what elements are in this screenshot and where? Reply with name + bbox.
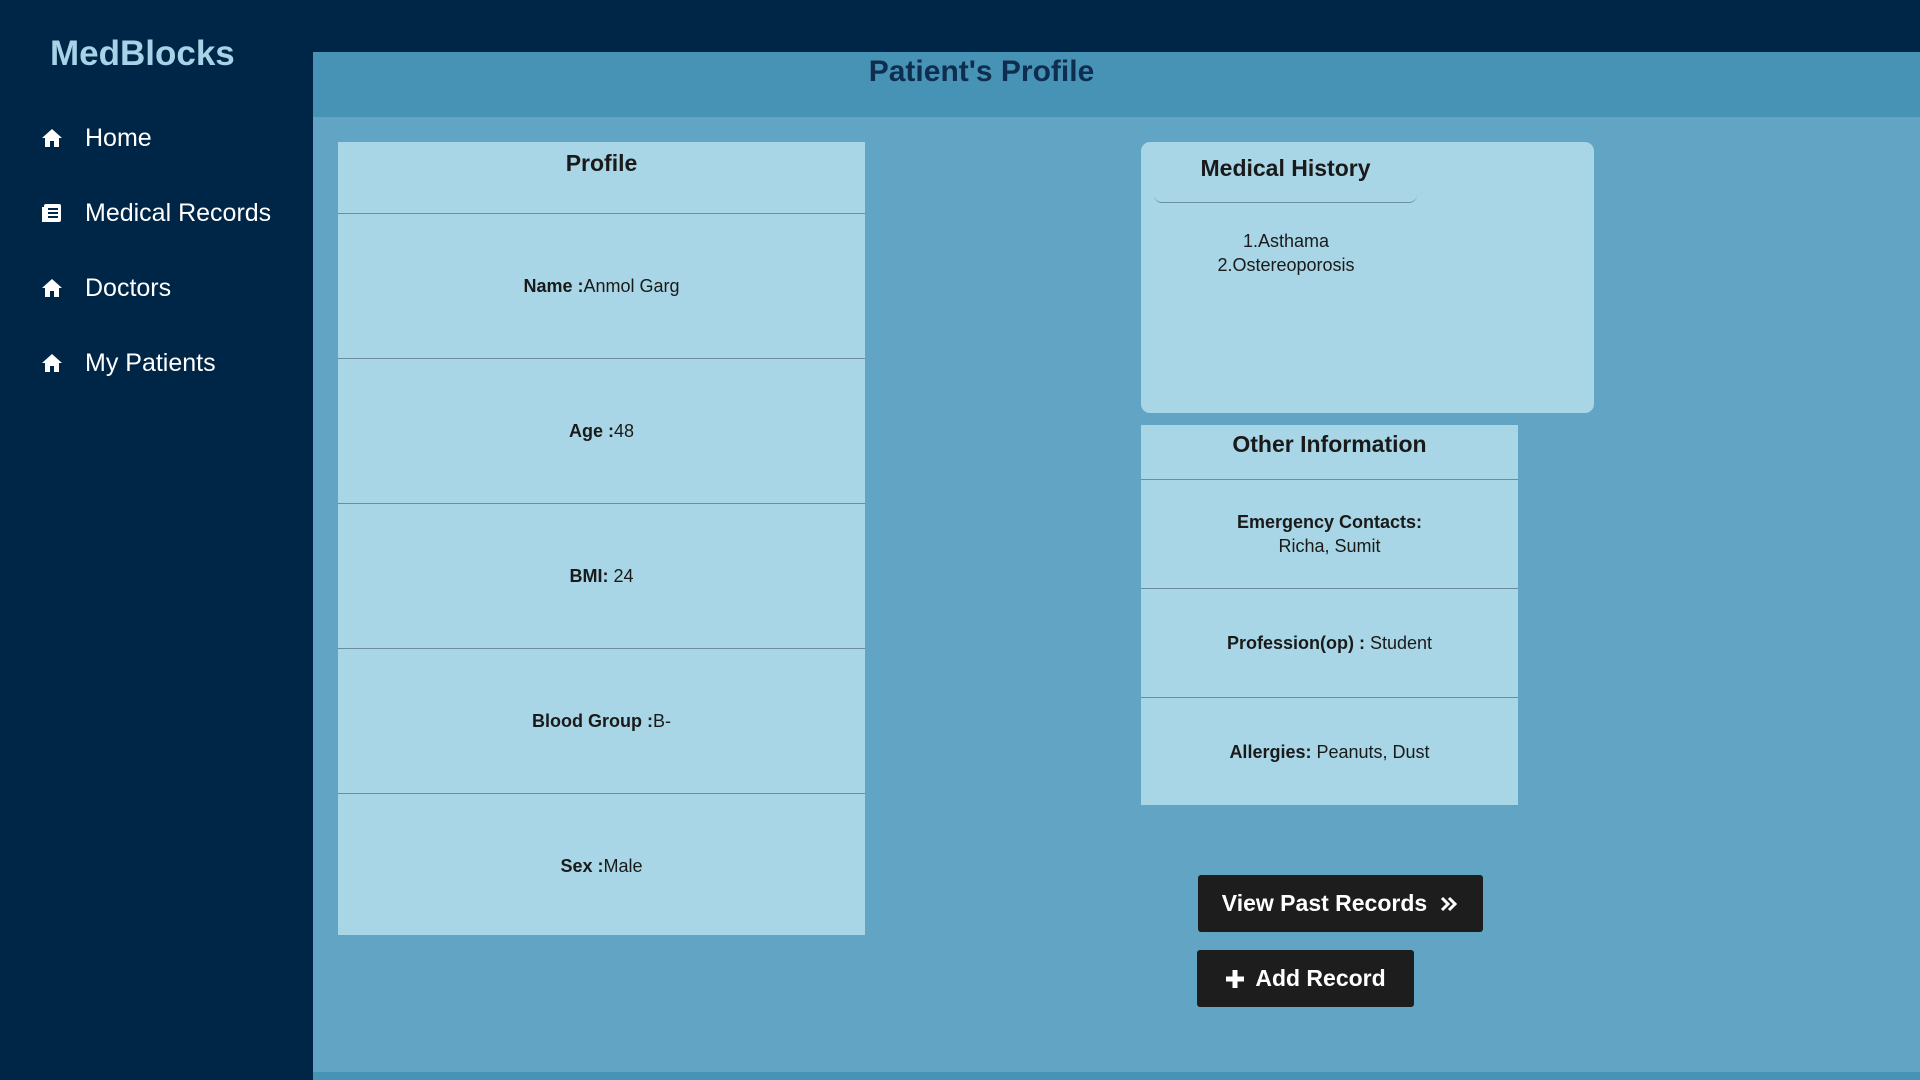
- medical-history-heading: Medical History: [1154, 142, 1417, 203]
- profile-name-row: Name : Anmol Garg: [338, 214, 865, 359]
- list-icon: [40, 201, 64, 225]
- home-icon: [40, 351, 64, 375]
- page-title: Patient's Profile: [313, 52, 1920, 117]
- sidebar-item-label: Medical Records: [85, 198, 272, 227]
- add-record-button[interactable]: Add Record: [1197, 950, 1414, 1007]
- other-information-heading: Other Information: [1141, 425, 1518, 480]
- bottom-strip: [313, 1072, 1920, 1080]
- header-bar: Patient's Profile: [313, 52, 1920, 117]
- other-information-card: Other Information Emergency Contacts: Ri…: [1141, 425, 1518, 805]
- field-value: B-: [652, 710, 671, 731]
- page-title-text: Patient's Profile: [868, 55, 1095, 88]
- medical-history-list: 1.Asthama 2.Ostereoporosis: [1141, 229, 1431, 277]
- field-label: Blood Group :: [532, 710, 653, 731]
- field-label: Name :: [523, 275, 584, 296]
- brand-logo-text[interactable]: MedBlocks: [50, 34, 235, 74]
- sidebar: MedBlocks Home Medical Records Doctors M…: [0, 0, 313, 1080]
- field-value: 48: [613, 420, 635, 441]
- sidebar-item-my-patients[interactable]: My Patients: [40, 343, 216, 383]
- profession-row: Profession(op) : Student: [1141, 589, 1518, 698]
- sidebar-item-label: Home: [85, 123, 152, 152]
- sidebar-item-label: My Patients: [85, 348, 216, 377]
- view-past-records-button[interactable]: View Past Records: [1198, 875, 1483, 932]
- button-label: View Past Records: [1221, 890, 1428, 916]
- medical-history-card: Medical History 1.Asthama 2.Ostereoporos…: [1141, 142, 1594, 413]
- main-content: Patient's Profile Profile Name : Anmol G…: [313, 52, 1920, 1072]
- profile-age-row: Age : 48: [338, 359, 865, 504]
- sidebar-item-home[interactable]: Home: [40, 118, 152, 158]
- field-label: Profession(op) :: [1226, 633, 1365, 653]
- list-item: 1.Asthama: [1242, 231, 1330, 251]
- allergies-row: Allergies: Peanuts, Dust: [1141, 698, 1518, 806]
- sidebar-item-medical-records[interactable]: Medical Records: [40, 193, 271, 233]
- double-chevron-right-icon: [1439, 894, 1459, 914]
- field-value: Student: [1364, 633, 1433, 653]
- home-icon: [40, 126, 64, 150]
- emergency-contacts-row: Emergency Contacts: Richa, Sumit: [1141, 480, 1518, 589]
- list-item: 2.Ostereoporosis: [1217, 255, 1355, 275]
- field-value: Anmol Garg: [583, 275, 680, 296]
- plus-icon: [1225, 969, 1245, 989]
- sidebar-item-label: Doctors: [85, 273, 172, 302]
- field-label: Age :: [568, 420, 614, 441]
- field-value: Richa, Sumit: [1278, 536, 1381, 556]
- profile-card: Profile Name : Anmol Garg Age : 48 BMI: …: [338, 142, 865, 935]
- field-value: 24: [608, 565, 634, 586]
- sidebar-item-doctors[interactable]: Doctors: [40, 268, 171, 308]
- field-label: Emergency Contacts:: [1236, 512, 1423, 532]
- field-label: Allergies:: [1229, 742, 1312, 762]
- profile-sex-row: Sex : Male: [338, 794, 865, 938]
- profile-heading: Profile: [338, 142, 865, 214]
- button-label: Add Record: [1255, 965, 1386, 991]
- profile-bmi-row: BMI: 24: [338, 504, 865, 649]
- field-value: Peanuts, Dust: [1311, 742, 1430, 762]
- field-label: Sex :: [560, 855, 604, 876]
- field-label: BMI:: [569, 565, 609, 586]
- home-icon: [40, 276, 64, 300]
- field-value: Male: [603, 855, 643, 876]
- profile-blood-group-row: Blood Group : B-: [338, 649, 865, 794]
